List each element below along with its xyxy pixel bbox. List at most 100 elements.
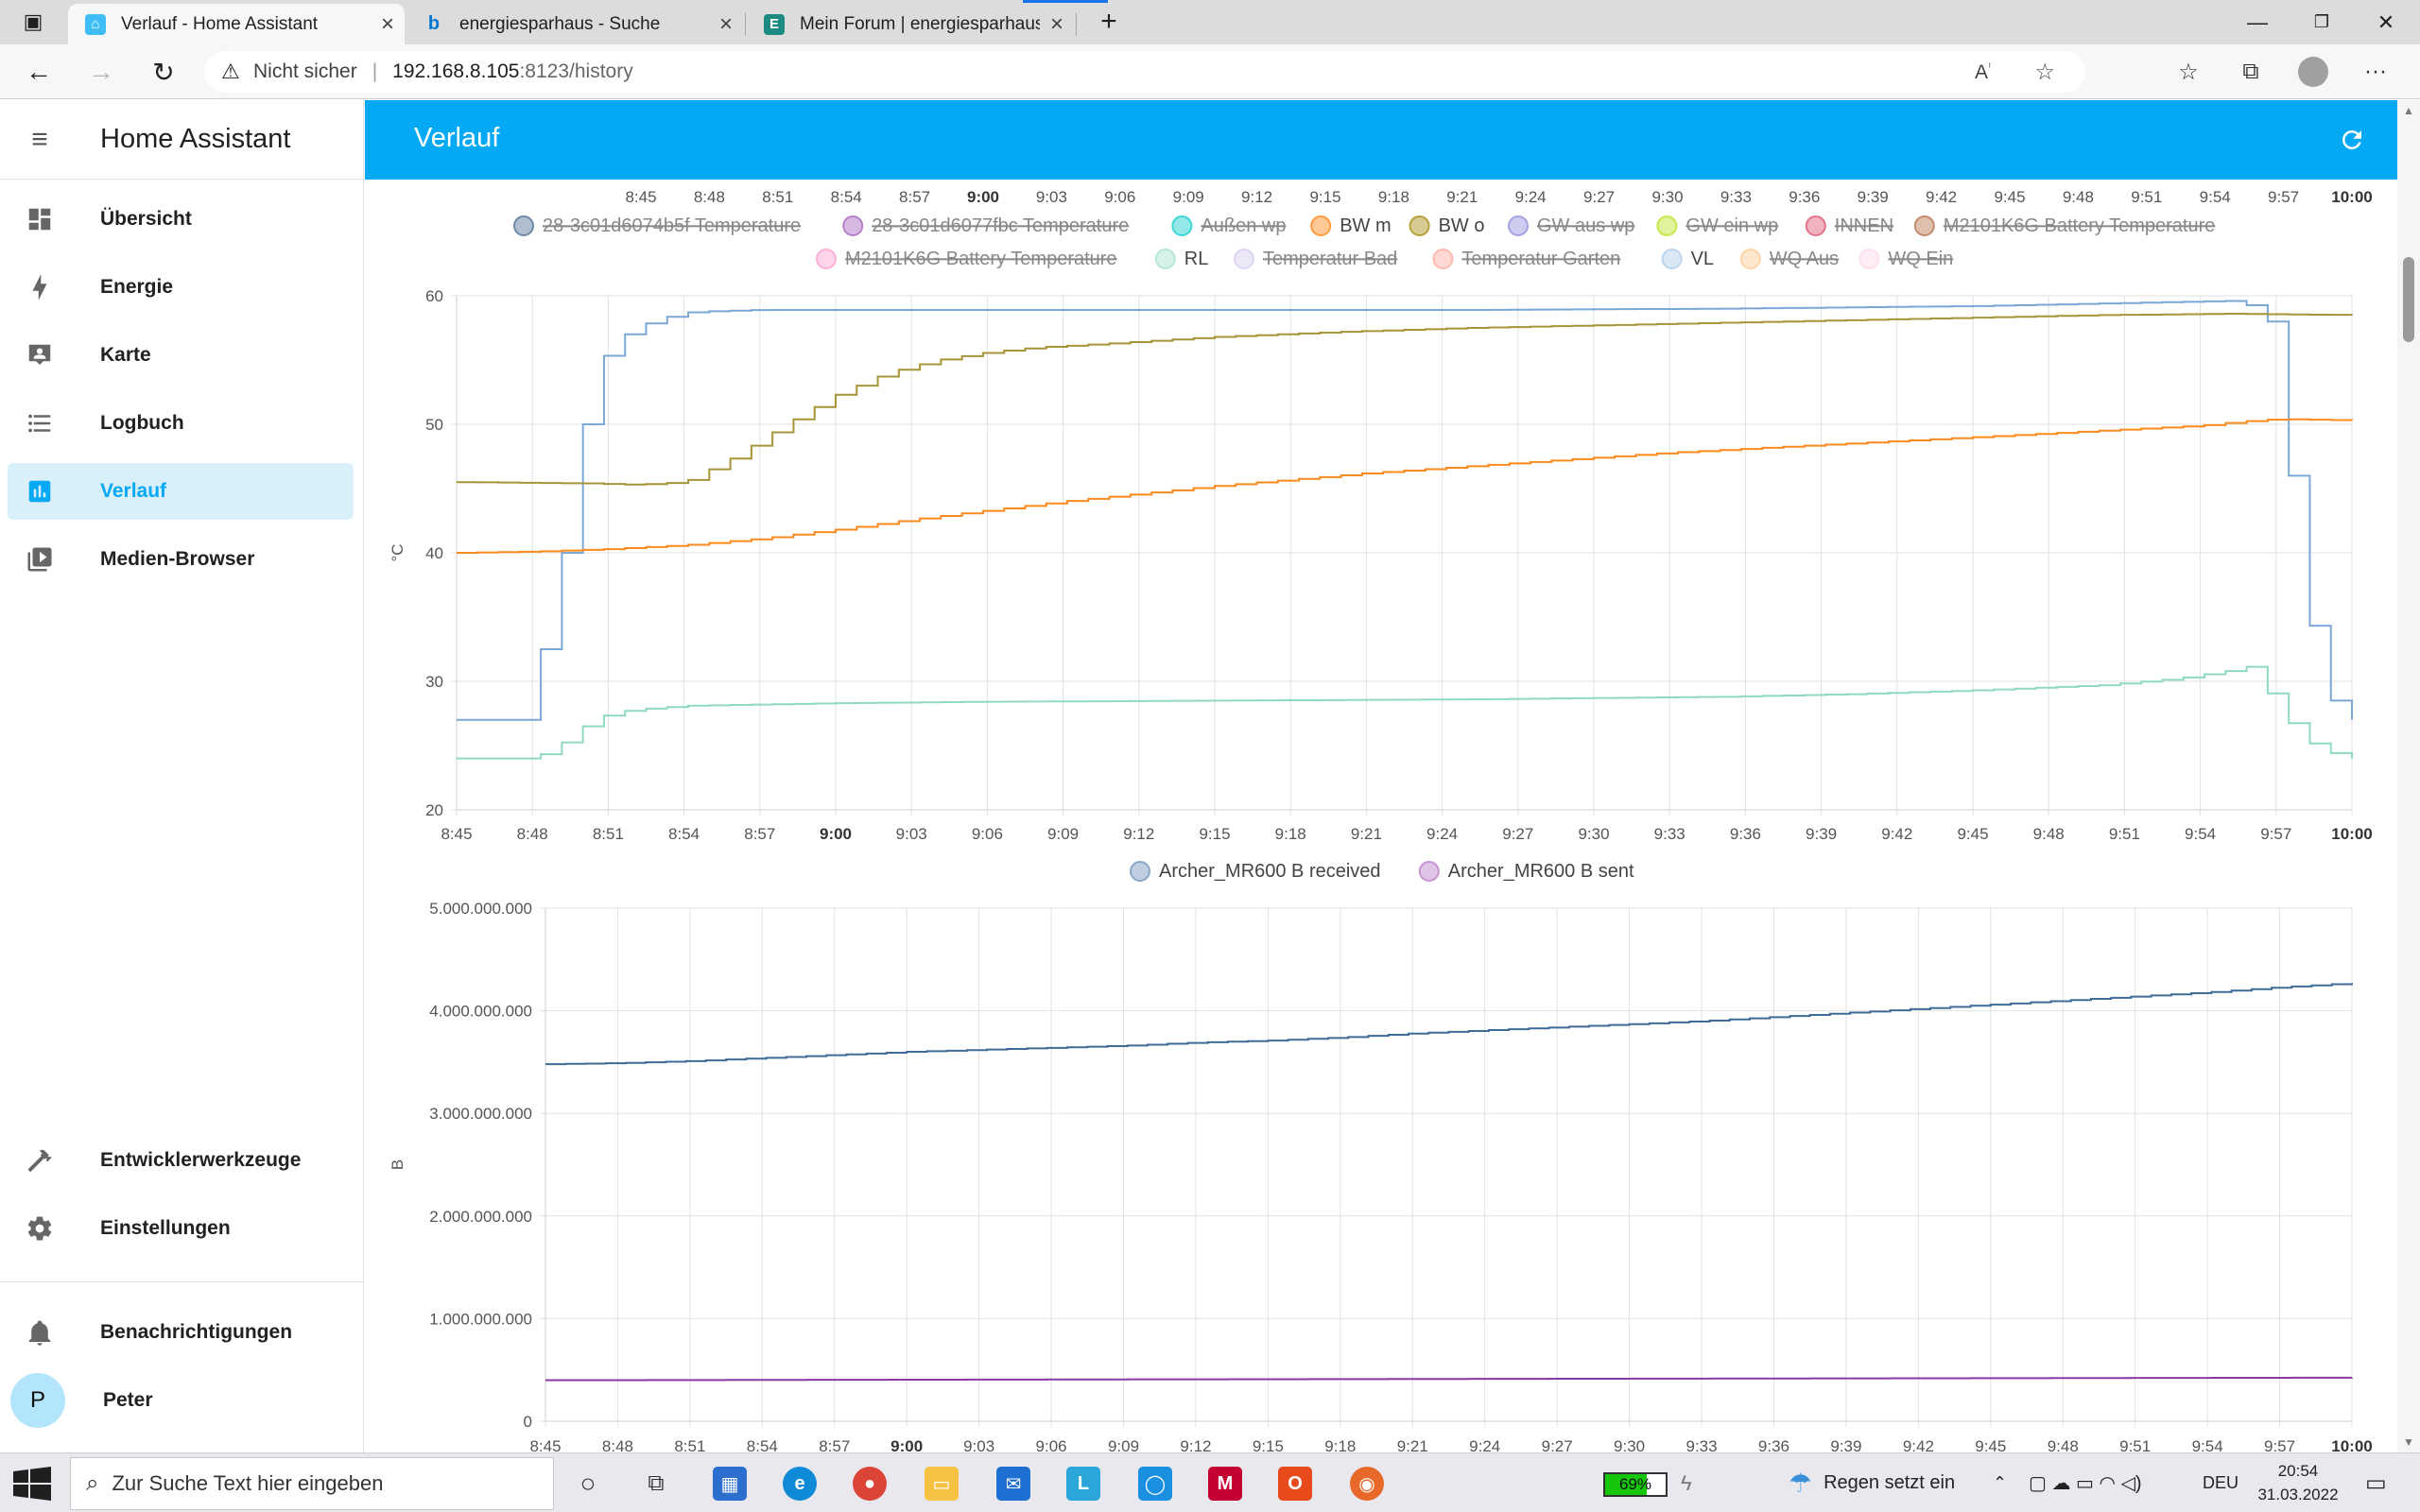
- x-tick-label: 9:48: [2048, 1437, 2079, 1452]
- restore-button[interactable]: ❐: [2290, 0, 2354, 44]
- user-name: Peter: [103, 1389, 153, 1411]
- close-icon[interactable]: ×: [371, 11, 405, 38]
- scrollbar[interactable]: ▲ ▼: [2397, 100, 2420, 1452]
- store-icon[interactable]: ▦: [709, 1463, 751, 1504]
- office-icon[interactable]: O: [1274, 1463, 1316, 1504]
- sidebar-item-user[interactable]: P Peter: [8, 1372, 354, 1429]
- x-tick-label: 9:24: [1469, 1437, 1500, 1452]
- reload-button[interactable]: ↻: [144, 52, 183, 92]
- legend-item[interactable]: 28-3c01d6074b5f Temperature: [513, 215, 801, 236]
- scroll-down-arrow[interactable]: ▼: [2401, 1435, 2416, 1449]
- legend-item[interactable]: Archer_MR600 B received: [1130, 861, 1381, 882]
- legend-item[interactable]: BW o: [1409, 215, 1485, 236]
- x-tick-label: 9:54: [2185, 825, 2216, 843]
- sidebar-item-entwicklerwerkzeuge[interactable]: Entwicklerwerkzeuge: [8, 1132, 354, 1189]
- legend-item[interactable]: Archer_MR600 B sent: [1418, 861, 1634, 882]
- scroll-up-arrow[interactable]: ▲: [2401, 104, 2416, 117]
- legend-item[interactable]: Temperatur Garten: [1432, 249, 1620, 269]
- edge-icon[interactable]: e: [779, 1463, 821, 1504]
- y-tick-label: 1.000.000.000: [429, 1310, 532, 1328]
- mcafee-icon[interactable]: M: [1204, 1463, 1246, 1504]
- back-button[interactable]: ←: [19, 52, 59, 92]
- legend-item[interactable]: RL: [1154, 249, 1209, 269]
- legend-item[interactable]: Temperatur Bad: [1234, 249, 1397, 269]
- top-axis-tick-label: 9:03: [1036, 188, 1067, 206]
- blue-app-icon[interactable]: ◯: [1134, 1463, 1176, 1504]
- language-indicator[interactable]: DEU: [2203, 1453, 2238, 1512]
- legend-label: WQ Ein: [1888, 249, 1953, 269]
- x-tick-label: 8:57: [744, 825, 775, 843]
- x-tick-label: 9:15: [1253, 1437, 1284, 1452]
- top-axis-tick-label: 10:00: [2331, 188, 2372, 206]
- legend-swatch: [842, 215, 864, 236]
- minimize-button[interactable]: —: [2225, 0, 2290, 44]
- taskbar-search-input[interactable]: ⌕ Zur Suche Text hier eingeben: [70, 1457, 554, 1510]
- refresh-button[interactable]: [2333, 121, 2371, 159]
- windows-start-icon[interactable]: [13, 1467, 51, 1501]
- sidebar-item-logbuch[interactable]: Logbuch: [8, 395, 354, 452]
- battery-indicator[interactable]: 69%: [1603, 1472, 1668, 1497]
- cortana-icon[interactable]: ○: [567, 1463, 609, 1504]
- tab-actions-icon[interactable]: ▣: [13, 2, 53, 42]
- forward-button[interactable]: →: [81, 52, 121, 92]
- legend-label: Archer_MR600 B received: [1159, 861, 1381, 882]
- l-app-icon[interactable]: L: [1063, 1463, 1104, 1504]
- sidebar-item-uebersicht[interactable]: Übersicht: [8, 191, 354, 248]
- close-icon[interactable]: ×: [709, 11, 743, 38]
- close-window-button[interactable]: ✕: [2354, 0, 2418, 44]
- legend-item[interactable]: BW m: [1310, 215, 1392, 236]
- scroll-thumb[interactable]: [2403, 257, 2414, 342]
- profile-icon[interactable]: [2293, 52, 2333, 92]
- x-tick-label: 9:42: [1881, 825, 1912, 843]
- close-icon[interactable]: ×: [1040, 11, 1074, 38]
- orange-app-icon[interactable]: ◉: [1346, 1463, 1388, 1504]
- collections-icon[interactable]: ⧉: [2231, 52, 2271, 92]
- show-hidden-icons-icon[interactable]: ⌃: [1993, 1453, 2007, 1512]
- top-axis-tick-label: 8:45: [625, 188, 656, 206]
- task-view-icon[interactable]: ⧉: [635, 1463, 677, 1504]
- legend-item[interactable]: GW ein wp: [1656, 215, 1778, 236]
- notification-center-icon[interactable]: ▭: [2365, 1453, 2387, 1512]
- sidebar-item-energie[interactable]: Energie: [8, 259, 354, 316]
- x-tick-label: 8:54: [747, 1437, 778, 1452]
- tab-bing-search[interactable]: b energiesparhaus - Suche ×: [406, 4, 743, 44]
- mail-icon[interactable]: ✉: [993, 1463, 1034, 1504]
- legend-item[interactable]: 28-3c01d6077fbc Temperature: [842, 215, 1129, 236]
- legend-item[interactable]: M2101K6G Battery Temperature: [816, 249, 1117, 269]
- system-tray-icons[interactable]: ▢ ☁ ▭ ◠ ◁): [2029, 1453, 2142, 1512]
- add-favorite-icon[interactable]: ☆: [2034, 59, 2055, 86]
- legend-item[interactable]: VL: [1661, 249, 1714, 269]
- file-explorer-icon[interactable]: ▭: [921, 1463, 962, 1504]
- legend-item[interactable]: INNEN: [1805, 215, 1893, 236]
- favorites-icon[interactable]: ☆: [2169, 52, 2208, 92]
- legend-item[interactable]: M2101K6G Battery Temperature: [1913, 215, 2216, 236]
- tab-forum[interactable]: E Mein Forum | energiesparhaus.at ×: [747, 4, 1074, 44]
- legend-item[interactable]: WQ Aus: [1739, 249, 1839, 269]
- chrome-icon[interactable]: ●: [849, 1463, 890, 1504]
- sidebar-item-benachrichtigungen[interactable]: Benachrichtigungen: [8, 1304, 354, 1361]
- top-axis-tick-label: 8:48: [694, 188, 725, 206]
- taskbar-clock[interactable]: 20:54 31.03.2022: [2246, 1459, 2350, 1506]
- address-bar[interactable]: ⚠ Nicht sicher | 192.168.8.105:8123/hist…: [204, 51, 2085, 93]
- menu-toggle-icon[interactable]: ≡: [0, 124, 79, 156]
- insecure-label[interactable]: Nicht sicher: [253, 60, 357, 83]
- legend-item[interactable]: GW aus wp: [1508, 215, 1634, 236]
- sidebar-item-einstellungen[interactable]: Einstellungen: [8, 1200, 354, 1257]
- read-aloud-icon[interactable]: A⁾: [1975, 60, 1991, 84]
- sidebar-item-karte[interactable]: Karte: [8, 327, 354, 384]
- weather-widget[interactable]: ☂ Regen setzt ein: [1789, 1453, 1955, 1512]
- top-axis-tick-label: 9:06: [1104, 188, 1135, 206]
- plug-icon[interactable]: ϟ: [1681, 1453, 1692, 1512]
- legend-item[interactable]: Außen wp: [1171, 215, 1286, 236]
- x-tick-label: 9:12: [1180, 1437, 1211, 1452]
- legend-label: Temperatur Bad: [1263, 249, 1397, 269]
- sidebar-item-verlauf[interactable]: Verlauf: [8, 463, 354, 520]
- x-tick-label: 9:54: [2192, 1437, 2223, 1452]
- legend-item[interactable]: WQ Ein: [1858, 249, 1953, 269]
- tab-verlauf-home-assistant[interactable]: ⌂ Verlauf - Home Assistant ×: [68, 4, 405, 44]
- browser-tab-bar: ▣ ⌂ Verlauf - Home Assistant × b energie…: [0, 0, 2420, 44]
- sidebar-item-medien-browser[interactable]: Medien-Browser: [8, 531, 354, 588]
- more-menu-icon[interactable]: ···: [2356, 52, 2395, 92]
- top-axis-tick-label: 9:36: [1789, 188, 1820, 206]
- new-tab-button[interactable]: +: [1089, 2, 1129, 42]
